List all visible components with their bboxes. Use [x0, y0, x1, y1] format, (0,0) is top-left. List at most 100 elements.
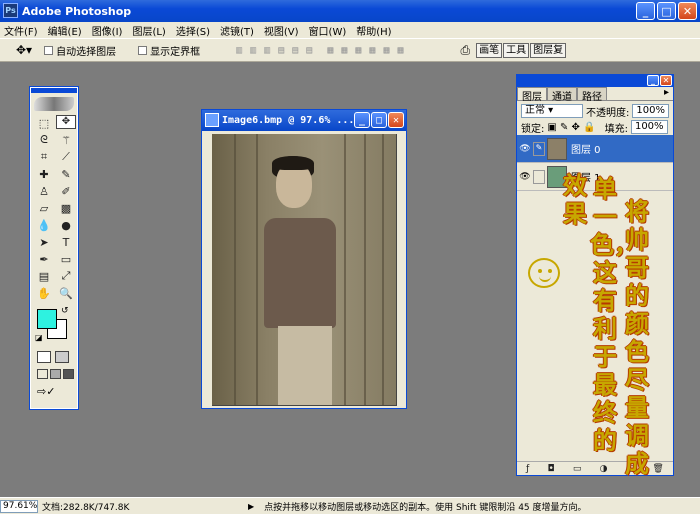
lasso-tool-icon[interactable]: ᘓ — [34, 132, 54, 148]
opacity-label: 不透明度: — [586, 107, 630, 119]
eraser-tool-icon[interactable]: ▱ — [34, 200, 54, 216]
magic-wand-tool-icon[interactable]: ⚚ — [56, 132, 76, 148]
new-set-icon[interactable]: ▭ — [573, 464, 582, 474]
clone-stamp-tool-icon[interactable]: ♙ — [34, 183, 54, 199]
blend-mode-select[interactable]: 正常 ▾ — [521, 104, 583, 118]
screen-mode-full-menu-icon[interactable] — [50, 369, 61, 379]
document-canvas[interactable] — [212, 134, 397, 406]
doc-maximize-button[interactable]: □ — [371, 112, 387, 128]
status-arrow-icon[interactable]: ▶ — [248, 502, 254, 511]
tab-paths[interactable]: 路径 — [577, 87, 607, 103]
zoom-tool-icon[interactable]: 🔍 — [56, 285, 76, 301]
tab-layer-comps[interactable]: 图层复 — [530, 42, 567, 58]
zoom-field[interactable]: 97.61% — [0, 499, 38, 513]
default-colors-icon[interactable]: ◪ — [35, 333, 43, 342]
tab-tools[interactable]: 工具 — [503, 42, 530, 58]
menubar: 文件(F) 编辑(E) 图像(I) 图层(L) 选择(S) 滤镜(T) 视图(V… — [0, 22, 700, 38]
distribute-icons[interactable]: ▦ ▦ ▦ ▦ ▦ ▦ — [327, 45, 404, 56]
jump-to-imageready-icon[interactable]: ⇨✓ — [37, 385, 77, 398]
move-tool-icon[interactable]: ✥ — [56, 115, 76, 129]
minimize-button[interactable]: _ — [636, 2, 655, 20]
panel-close-button[interactable]: ✕ — [660, 75, 672, 86]
layer-style-icon[interactable]: ƒ — [526, 464, 529, 474]
menu-select[interactable]: 选择(S) — [176, 23, 210, 38]
photo-shirt — [264, 218, 336, 328]
screen-mode-full-icon[interactable] — [63, 369, 74, 379]
menu-filter[interactable]: 滤镜(T) — [220, 23, 254, 38]
feather-logo-icon[interactable] — [34, 97, 74, 111]
color-swatches: ↺ ◪ — [35, 306, 77, 345]
doc-close-button[interactable]: ✕ — [388, 112, 404, 128]
slice-tool-icon[interactable]: ⟋ — [56, 149, 76, 165]
tab-layers[interactable]: 图层 — [517, 87, 547, 103]
path-selection-tool-icon[interactable]: ➤ — [34, 234, 54, 250]
status-bar: 97.61% 文档:282.8K/747.8K ▶ 点按并拖移以移动图层或移动选… — [0, 497, 700, 514]
show-bounds-checkbox[interactable]: 显示定界框 — [138, 43, 200, 58]
toolbox: ⬚ ✥ ᘓ ⚚ ⌗ ⟋ ✚ ✎ ♙ ✐ ▱ ▩ 💧 ● ➤ T ✒ ▭ ▤ ⤢ … — [29, 86, 79, 410]
options-bar: ✥▾ 自动选择图层 显示定界框 ▥ ▥ ▥ ▤ ▤ ▤ ▦ ▦ ▦ ▦ ▦ ▦ … — [0, 38, 700, 62]
shape-tool-icon[interactable]: ▭ — [56, 251, 76, 267]
doc-minimize-button[interactable]: _ — [354, 112, 370, 128]
dodge-tool-icon[interactable]: ● — [56, 217, 76, 233]
brush-link-icon[interactable]: ✎ — [533, 141, 545, 156]
document-titlebar[interactable]: Image6.bmp @ 97.6% ... _ □ ✕ — [202, 110, 406, 131]
quick-mask-mode-icon[interactable] — [55, 351, 69, 363]
move-tool-preset-icon[interactable]: ✥▾ — [16, 43, 32, 57]
menu-image[interactable]: 图像(I) — [92, 23, 123, 38]
screen-mode-standard-icon[interactable] — [37, 369, 48, 379]
menu-view[interactable]: 视图(V) — [264, 23, 299, 38]
auto-select-checkbox[interactable]: 自动选择图层 — [44, 43, 116, 58]
add-mask-icon[interactable]: ◘ — [548, 464, 555, 474]
brush-tool-icon[interactable]: ✎ — [56, 166, 76, 182]
eyedropper-tool-icon[interactable]: ⤢ — [56, 268, 76, 284]
blur-tool-icon[interactable]: 💧 — [34, 217, 54, 233]
menu-window[interactable]: 窗口(W) — [309, 23, 347, 38]
menu-layer[interactable]: 图层(L) — [132, 23, 165, 38]
menu-help[interactable]: 帮助(H) — [356, 23, 391, 38]
menu-edit[interactable]: 编辑(E) — [48, 23, 82, 38]
hand-tool-icon[interactable]: ✋ — [34, 285, 54, 301]
pen-tool-icon[interactable]: ✒ — [34, 251, 54, 267]
app-title: Adobe Photoshop — [22, 4, 132, 18]
layer-name: 图层 0 — [571, 145, 601, 156]
lock-icons[interactable]: ▣ ✎ ✥ 🔒 — [547, 122, 595, 133]
photoshop-icon: Ps — [3, 3, 18, 18]
adjustment-layer-icon[interactable]: ◑ — [600, 464, 608, 474]
app-titlebar: Ps Adobe Photoshop _ □ ✕ — [0, 0, 700, 22]
type-tool-icon[interactable]: T — [56, 234, 76, 250]
trash-icon[interactable]: 🗑 — [652, 464, 663, 474]
lock-label: 锁定: — [521, 123, 545, 135]
healing-brush-tool-icon[interactable]: ✚ — [34, 166, 54, 182]
gradient-tool-icon[interactable]: ▩ — [56, 200, 76, 216]
visibility-eye-icon[interactable]: 👁 — [517, 172, 533, 182]
standard-mode-icon[interactable] — [37, 351, 51, 363]
crop-tool-icon[interactable]: ⌗ — [34, 149, 54, 165]
opacity-input[interactable]: 100% — [632, 104, 669, 118]
history-brush-tool-icon[interactable]: ✐ — [56, 183, 76, 199]
photo-pants — [278, 326, 332, 405]
document-title: Image6.bmp @ 97.6% ... — [222, 115, 355, 126]
document-window: Image6.bmp @ 97.6% ... _ □ ✕ — [201, 109, 407, 409]
menu-file[interactable]: 文件(F) — [4, 23, 38, 38]
fill-input[interactable]: 100% — [630, 120, 668, 134]
panel-minimize-button[interactable]: _ — [647, 75, 659, 86]
marquee-tool-icon[interactable]: ⬚ — [34, 115, 54, 131]
toolbox-header[interactable] — [31, 88, 77, 93]
maximize-button[interactable]: □ — [657, 2, 676, 20]
doc-size-info[interactable]: 文档:282.8K/747.8K — [42, 500, 192, 513]
foreground-color-swatch[interactable] — [37, 309, 57, 329]
overlay-text-col2: 单一色，这有利于最终的 — [590, 174, 638, 455]
tab-channels[interactable]: 通道 — [547, 87, 577, 103]
palette-well-icon[interactable]: ⎙ — [461, 43, 471, 58]
layer-row-0[interactable]: 👁 ✎ 图层 0 — [517, 135, 673, 163]
link-icon[interactable] — [533, 169, 545, 184]
swap-colors-icon[interactable]: ↺ — [61, 306, 69, 316]
notes-tool-icon[interactable]: ▤ — [34, 268, 54, 284]
visibility-eye-icon[interactable]: 👁 — [517, 144, 533, 154]
layers-panel-header[interactable]: _ ✕ — [517, 75, 673, 87]
align-icons[interactable]: ▥ ▥ ▥ ▤ ▤ ▤ — [236, 45, 313, 56]
close-button[interactable]: ✕ — [678, 2, 697, 20]
panel-menu-icon[interactable]: ▸ — [660, 87, 673, 100]
overlay-text-col3: 效果 — [563, 171, 587, 228]
tab-brushes[interactable]: 画笔 — [476, 42, 503, 58]
